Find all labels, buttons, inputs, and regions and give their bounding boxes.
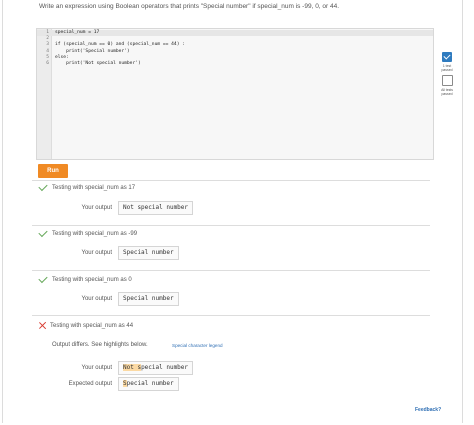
your-output-label: Your output: [81, 250, 112, 256]
expected-output-box: Special number: [118, 377, 179, 391]
output-text: pecial number: [141, 364, 189, 371]
divider: [32, 315, 430, 316]
expected-output-label: Expected output: [68, 381, 112, 387]
test-heading-1: Testing with special_num as 17: [38, 181, 136, 192]
code-text: print('Not special number'): [55, 60, 141, 66]
test-heading-text: Testing with special_num as 44: [50, 322, 134, 329]
output-text: pecial number: [126, 380, 174, 387]
diff-message: Output differs. See highlights below.: [52, 342, 148, 348]
test-heading-3: Testing with special_num as 0: [38, 273, 132, 284]
code-line[interactable]: 6 print('Not special number'): [37, 61, 433, 67]
x-icon: [39, 322, 46, 329]
your-output-label: Your output: [81, 205, 112, 211]
empty-box-icon: [441, 75, 453, 86]
divider: [32, 225, 430, 226]
test-heading-text: Testing with special_num as 0: [52, 277, 132, 283]
your-output-box: Not special number: [118, 201, 194, 215]
test-heading-text: Testing with special_num as -99: [52, 231, 138, 237]
code-editor[interactable]: 1 special_num = 17 2 3 if (special_num == …: [36, 28, 434, 160]
your-output-box: Special number: [118, 246, 179, 260]
test-heading-text: Testing with special_num as 17: [52, 185, 136, 191]
your-output-box: Special number: [118, 292, 179, 306]
your-output-box: Not special number: [118, 361, 194, 375]
progress-label-1: 1 test passed: [441, 64, 453, 72]
test-heading-4: Testing with special_num as 44: [39, 322, 133, 329]
prompt-text: Write an expression using Boolean operat…: [39, 3, 340, 10]
line-number: 6: [46, 60, 49, 66]
run-button[interactable]: Run: [38, 164, 68, 178]
progress-sidebar: 1 test passed All tests passed: [439, 52, 455, 96]
feedback-link[interactable]: Feedback?: [415, 407, 441, 413]
divider: [32, 180, 430, 181]
your-output-label: Your output: [81, 296, 112, 302]
diff-highlight: Not s: [123, 364, 142, 371]
divider: [32, 270, 430, 271]
test-heading-2: Testing with special_num as -99: [38, 227, 138, 238]
progress-label-2: All tests passed: [441, 88, 453, 96]
special-character-legend-link[interactable]: Special character legend: [172, 343, 223, 348]
your-output-label: Your output: [81, 365, 112, 371]
checked-box-icon: [442, 52, 452, 62]
